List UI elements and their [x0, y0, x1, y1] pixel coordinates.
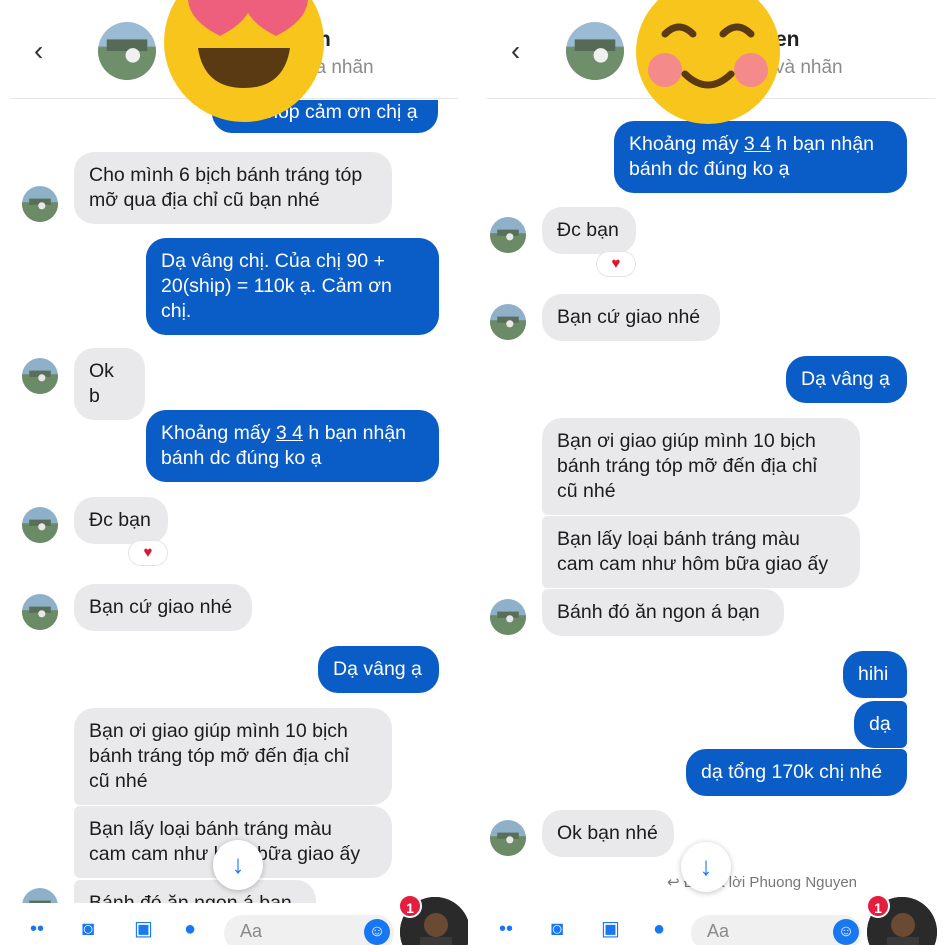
avatar: [490, 217, 526, 253]
heart-icon[interactable]: ♥: [129, 541, 167, 565]
avatar: [490, 820, 526, 856]
incoming-message: Bạn ơi giao giúp mình 10 bịch bánh tráng…: [74, 708, 392, 805]
conversation-header: ‹ en và nhãn: [477, 0, 945, 124]
panel-divider: [468, 0, 477, 945]
more-icon[interactable]: ●: [653, 918, 665, 941]
incoming-message: Đc bạn: [542, 207, 636, 254]
incoming-message: Bạn cứ giao nhé: [74, 584, 252, 631]
gallery-icon[interactable]: ▣: [134, 916, 153, 941]
chat-screenshot-left: Dạ shop cảm ơn chị ạ Cho mình 6 bịch bán…: [0, 0, 468, 945]
scroll-down-icon[interactable]: ↓: [213, 840, 263, 890]
conversation-header: ‹ n và nhãn: [0, 0, 468, 122]
incoming-message: Cho mình 6 bịch bánh tráng tóp mỡ qua đị…: [74, 152, 392, 224]
outgoing-message: Dạ vâng ạ: [318, 646, 439, 693]
incoming-message: Bánh đó ăn ngon á bạn: [542, 589, 784, 636]
outgoing-message: Dạ vâng chị. Của chị 90 + 20(ship) = 110…: [146, 238, 439, 335]
emoji-icon[interactable]: ☺: [833, 919, 859, 945]
outgoing-message: dạ: [854, 701, 907, 748]
heart-icon[interactable]: ♥: [597, 252, 635, 276]
outgoing-message: dạ tổng 170k chị nhé: [686, 749, 907, 796]
message-text: Khoảng mấy: [161, 422, 276, 444]
incoming-message: Đc bạn: [74, 497, 168, 544]
smiling-emoji: [636, 0, 780, 124]
contact-avatar[interactable]: [566, 22, 624, 80]
incoming-message: Bạn cứ giao nhé: [542, 294, 720, 341]
gallery-icon[interactable]: ▣: [601, 916, 620, 941]
apps-icon[interactable]: ••: [499, 918, 513, 941]
heart-eyes-emoji: [164, 0, 324, 122]
contact-subtitle: và nhãn: [775, 57, 843, 78]
back-arrow-icon[interactable]: ‹: [34, 36, 56, 66]
back-arrow-icon[interactable]: ‹: [511, 36, 533, 66]
outgoing-message: Dạ vâng ạ: [786, 356, 907, 403]
avatar: [22, 186, 58, 222]
outgoing-message: Khoảng mấy 3 4 h bạn nhận bánh dc đúng k…: [146, 410, 439, 482]
more-icon[interactable]: ●: [184, 918, 196, 941]
notification-badge: 1: [398, 894, 422, 918]
avatar: [22, 594, 58, 630]
incoming-message: Bạn lấy loại bánh tráng màu cam cam như …: [542, 516, 860, 588]
reply-icon: ↩: [667, 874, 684, 891]
avatar: [490, 599, 526, 635]
avatar: [490, 304, 526, 340]
contact-avatar[interactable]: [98, 22, 156, 80]
notification-badge: 1: [866, 894, 890, 918]
incoming-message: Bạn ơi giao giúp mình 10 bịch bánh tráng…: [542, 418, 860, 515]
apps-icon[interactable]: ••: [30, 918, 44, 941]
scroll-down-icon[interactable]: ↓: [681, 842, 731, 892]
outgoing-message: Khoảng mấy 3 4 h bạn nhận bánh dc đúng k…: [614, 121, 907, 193]
avatar: [22, 507, 58, 543]
camera-icon[interactable]: ◙: [82, 918, 94, 941]
incoming-message: Ok bạn nhé: [542, 810, 674, 857]
camera-icon[interactable]: ◙: [551, 918, 563, 941]
emoji-icon[interactable]: ☺: [364, 919, 390, 945]
avatar: [22, 358, 58, 394]
chat-screenshot-right: Khoảng mấy 3 4 h bạn nhận bánh dc đúng k…: [477, 0, 945, 945]
message-link[interactable]: 3 4: [744, 133, 771, 155]
outgoing-message: hihi: [843, 651, 907, 698]
incoming-message: Ok b: [74, 348, 145, 420]
message-text: Khoảng mấy: [629, 133, 744, 155]
message-link[interactable]: 3 4: [276, 422, 303, 444]
